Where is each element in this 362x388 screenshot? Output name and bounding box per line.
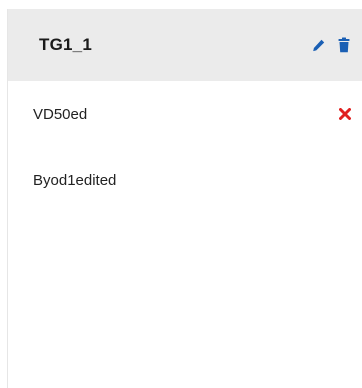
- member-list: VD50ed Byod1edited: [8, 81, 362, 213]
- list-item: VD50ed: [8, 81, 362, 147]
- trash-icon[interactable]: [336, 36, 352, 54]
- member-name: VD50ed: [33, 105, 88, 123]
- list-item: Byod1edited: [8, 147, 362, 213]
- group-panel: TG1_1 VD50ed Byod1edited: [7, 9, 362, 388]
- group-title: TG1_1: [39, 35, 92, 54]
- member-name: Byod1edited: [33, 171, 117, 189]
- pencil-icon[interactable]: [310, 36, 326, 54]
- header-actions: [310, 36, 352, 54]
- panel-header: TG1_1: [8, 9, 362, 81]
- close-icon[interactable]: [338, 107, 352, 121]
